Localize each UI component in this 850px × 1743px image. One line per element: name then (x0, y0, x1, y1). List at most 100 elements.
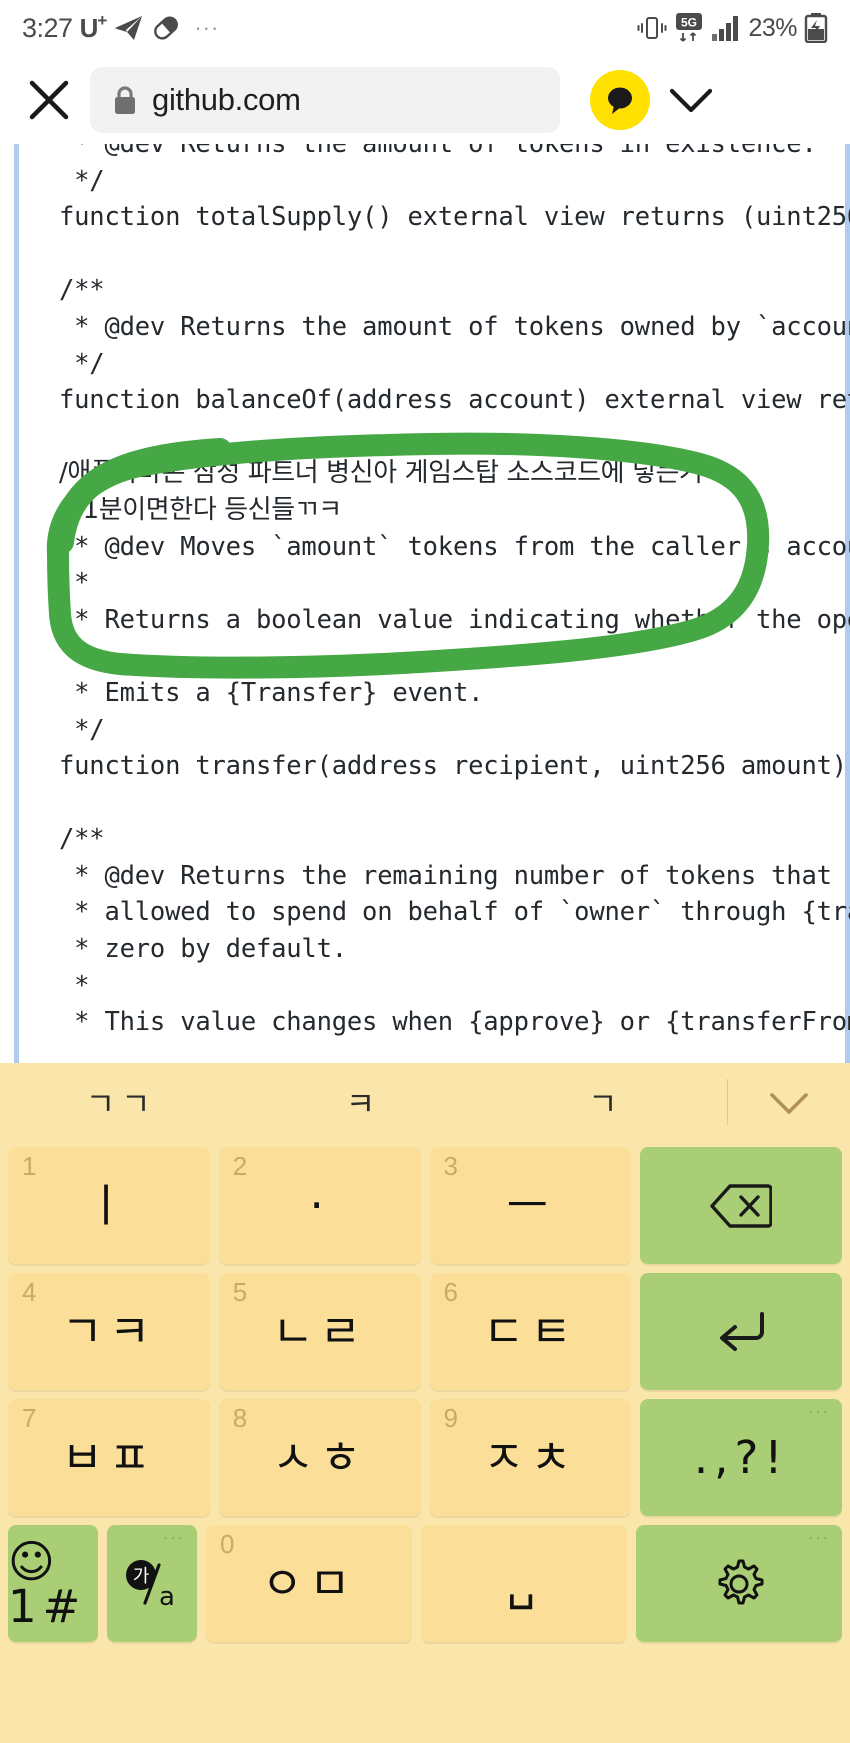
svg-text:a: a (159, 1582, 175, 1612)
signal-bars-icon (711, 14, 741, 42)
status-bar-left: 3:27 U + ··· (22, 10, 220, 44)
more-options-dots: ⋯ (162, 1525, 185, 1550)
key-giyeok-kieuk[interactable]: 4 ㄱㅋ (8, 1273, 210, 1390)
chevron-down-icon[interactable] (728, 1087, 850, 1117)
code-lines: * @dev Returns the amount of tokens in e… (19, 144, 850, 1041)
key-label: ㅈㅊ (482, 1431, 578, 1484)
key-settings[interactable]: ⋯ (636, 1525, 842, 1642)
code-line: /** (59, 824, 105, 855)
status-bar-right: 5G 23% (637, 12, 828, 44)
backspace-icon (710, 1183, 773, 1229)
code-line: * This value changes when {approve} or {… (74, 1007, 850, 1038)
key-space[interactable]: ␣ (421, 1525, 627, 1642)
key-number: 0 (220, 1529, 235, 1559)
key-label: ㅅㅎ (272, 1431, 368, 1484)
key-row-2: 4 ㄱㅋ 5 ㄴㄹ 6 ㄷㅌ (8, 1273, 842, 1390)
status-bar: 3:27 U + ··· 5G 23% (0, 0, 850, 56)
key-label: ㄴㄹ (272, 1305, 368, 1358)
suggestion-2[interactable]: ㄱ (485, 1079, 727, 1125)
code-line: function balanceOf(address account) exte… (59, 385, 850, 416)
code-line: * @dev Returns the amount of tokens in e… (59, 144, 817, 159)
telegram-icon (114, 15, 144, 41)
key-number: 8 (232, 1403, 248, 1433)
key-label: · (309, 1179, 330, 1232)
code-line: * allowed to spend on behalf of `owner` … (74, 897, 850, 928)
key-siot-hieut[interactable]: 8 ㅅㅎ (218, 1399, 421, 1516)
key-language-toggle[interactable]: ⋯ 가 a (107, 1525, 197, 1642)
key-label: ㅣ (85, 1179, 133, 1232)
web-page-content[interactable]: * @dev Returns the amount of tokens in e… (0, 144, 850, 1063)
code-line: */ (59, 348, 105, 379)
lang-toggle-icon: 가 a (121, 1555, 183, 1613)
enter-icon (712, 1308, 770, 1356)
chat-bubble-icon[interactable] (590, 70, 650, 130)
key-label: ㅇㅁ (261, 1557, 357, 1610)
more-options-dots: ⋯ (807, 1525, 830, 1550)
key-nieun-rieul[interactable]: 5 ㄴㄹ (218, 1273, 421, 1390)
code-line: * zero by default. (59, 934, 347, 965)
close-button[interactable] (16, 67, 82, 133)
more-options-dots: ⋯ (807, 1399, 830, 1424)
url-bar[interactable]: github.com (90, 67, 560, 133)
key-number: 7 (22, 1403, 37, 1433)
battery-charging-icon (804, 13, 828, 44)
key-label: ㄱㅋ (61, 1305, 157, 1358)
key-i[interactable]: 1 ㅣ (8, 1147, 210, 1264)
chevron-down-icon[interactable] (660, 69, 722, 131)
battery-percent: 23% (748, 13, 797, 42)
code-line: function transfer(address recipient, uin… (59, 751, 847, 782)
status-clock: 3:27 (22, 12, 73, 43)
suggestion-0[interactable]: ㄱㄱ (0, 1079, 242, 1125)
key-ieung-mieum[interactable]: 0 ㅇㅁ (206, 1525, 412, 1642)
vibrate-icon (637, 13, 667, 43)
key-dot[interactable]: 2 · (218, 1147, 421, 1264)
code-line: * @dev Returns the amount of tokens owne… (59, 311, 850, 342)
code-line: * @dev Moves `amount` tokens from the ca… (74, 531, 850, 562)
lock-icon (112, 84, 138, 116)
code-line: /애플아마존 삼성 파트너 병신아 게임스탑 소스코드에 넣는거 (59, 458, 703, 489)
suggestion-1[interactable]: ㅋ (242, 1079, 484, 1125)
key-backspace[interactable] (640, 1147, 842, 1264)
korean-keyboard[interactable]: ㄱㄱ ㅋ ㄱ 1 ㅣ 2 · 3 ㅡ 4 ㄱㅋ 5 ㄴㄹ 6 ㄷㅌ 7 ㅂㅍ 8… (0, 1063, 850, 1743)
code-line: * (59, 970, 90, 1001)
code-line: * (59, 568, 90, 599)
key-row-3: 7 ㅂㅍ 8 ㅅㅎ 9 ㅈㅊ ⋯ .,?! (8, 1399, 842, 1516)
pill-icon (151, 14, 181, 42)
code-line: 1분이면한다 등신들ㄲㅋ (59, 494, 343, 525)
key-bieup-pieup[interactable]: 7 ㅂㅍ (8, 1399, 210, 1516)
key-number: 3 (443, 1151, 458, 1181)
carrier-plus: + (97, 10, 108, 30)
code-line: */ (59, 165, 105, 196)
key-enter[interactable] (640, 1273, 842, 1390)
code-line: * (59, 641, 90, 672)
key-punctuation[interactable]: ⋯ .,?! (640, 1399, 842, 1516)
key-label: .,?! (693, 1431, 789, 1484)
key-row-4: ☺1# ⋯ 가 a 0 ㅇㅁ ␣ ⋯ (8, 1525, 842, 1642)
key-eu[interactable]: 3 ㅡ (429, 1147, 632, 1264)
svg-text:5G: 5G (681, 16, 697, 30)
key-emoji-symbols[interactable]: ☺1# (8, 1525, 98, 1642)
status-overflow-dots: ··· (194, 15, 220, 40)
key-label: ㅡ (506, 1179, 555, 1232)
key-number: 5 (232, 1277, 248, 1307)
key-number: 4 (22, 1277, 37, 1307)
carrier-label: U + (79, 10, 108, 43)
key-label: ☺1# (8, 1534, 87, 1633)
key-number: 6 (443, 1277, 458, 1307)
code-line: */ (59, 714, 105, 745)
code-line: * Returns a boolean value indicating whe… (74, 604, 850, 635)
key-number: 1 (22, 1151, 37, 1181)
key-label: ㄷㅌ (482, 1305, 578, 1358)
key-digeut-tieut[interactable]: 6 ㄷㅌ (429, 1273, 632, 1390)
5g-icon: 5G (674, 12, 704, 44)
key-row-1: 1 ㅣ 2 · 3 ㅡ (8, 1147, 842, 1264)
key-number: 9 (443, 1403, 458, 1433)
key-jieut-chieut[interactable]: 9 ㅈㅊ (429, 1399, 632, 1516)
code-line: function totalSupply() external view ret… (59, 202, 850, 233)
code-line: * @dev Returns the remaining number of t… (74, 860, 850, 891)
suggestion-bar[interactable]: ㄱㄱ ㅋ ㄱ (0, 1063, 850, 1141)
code-line: /** (59, 275, 105, 306)
key-grid: 1 ㅣ 2 · 3 ㅡ 4 ㄱㅋ 5 ㄴㄹ 6 ㄷㅌ 7 ㅂㅍ 8 ㅅㅎ 9 ㅈ… (0, 1141, 850, 1665)
